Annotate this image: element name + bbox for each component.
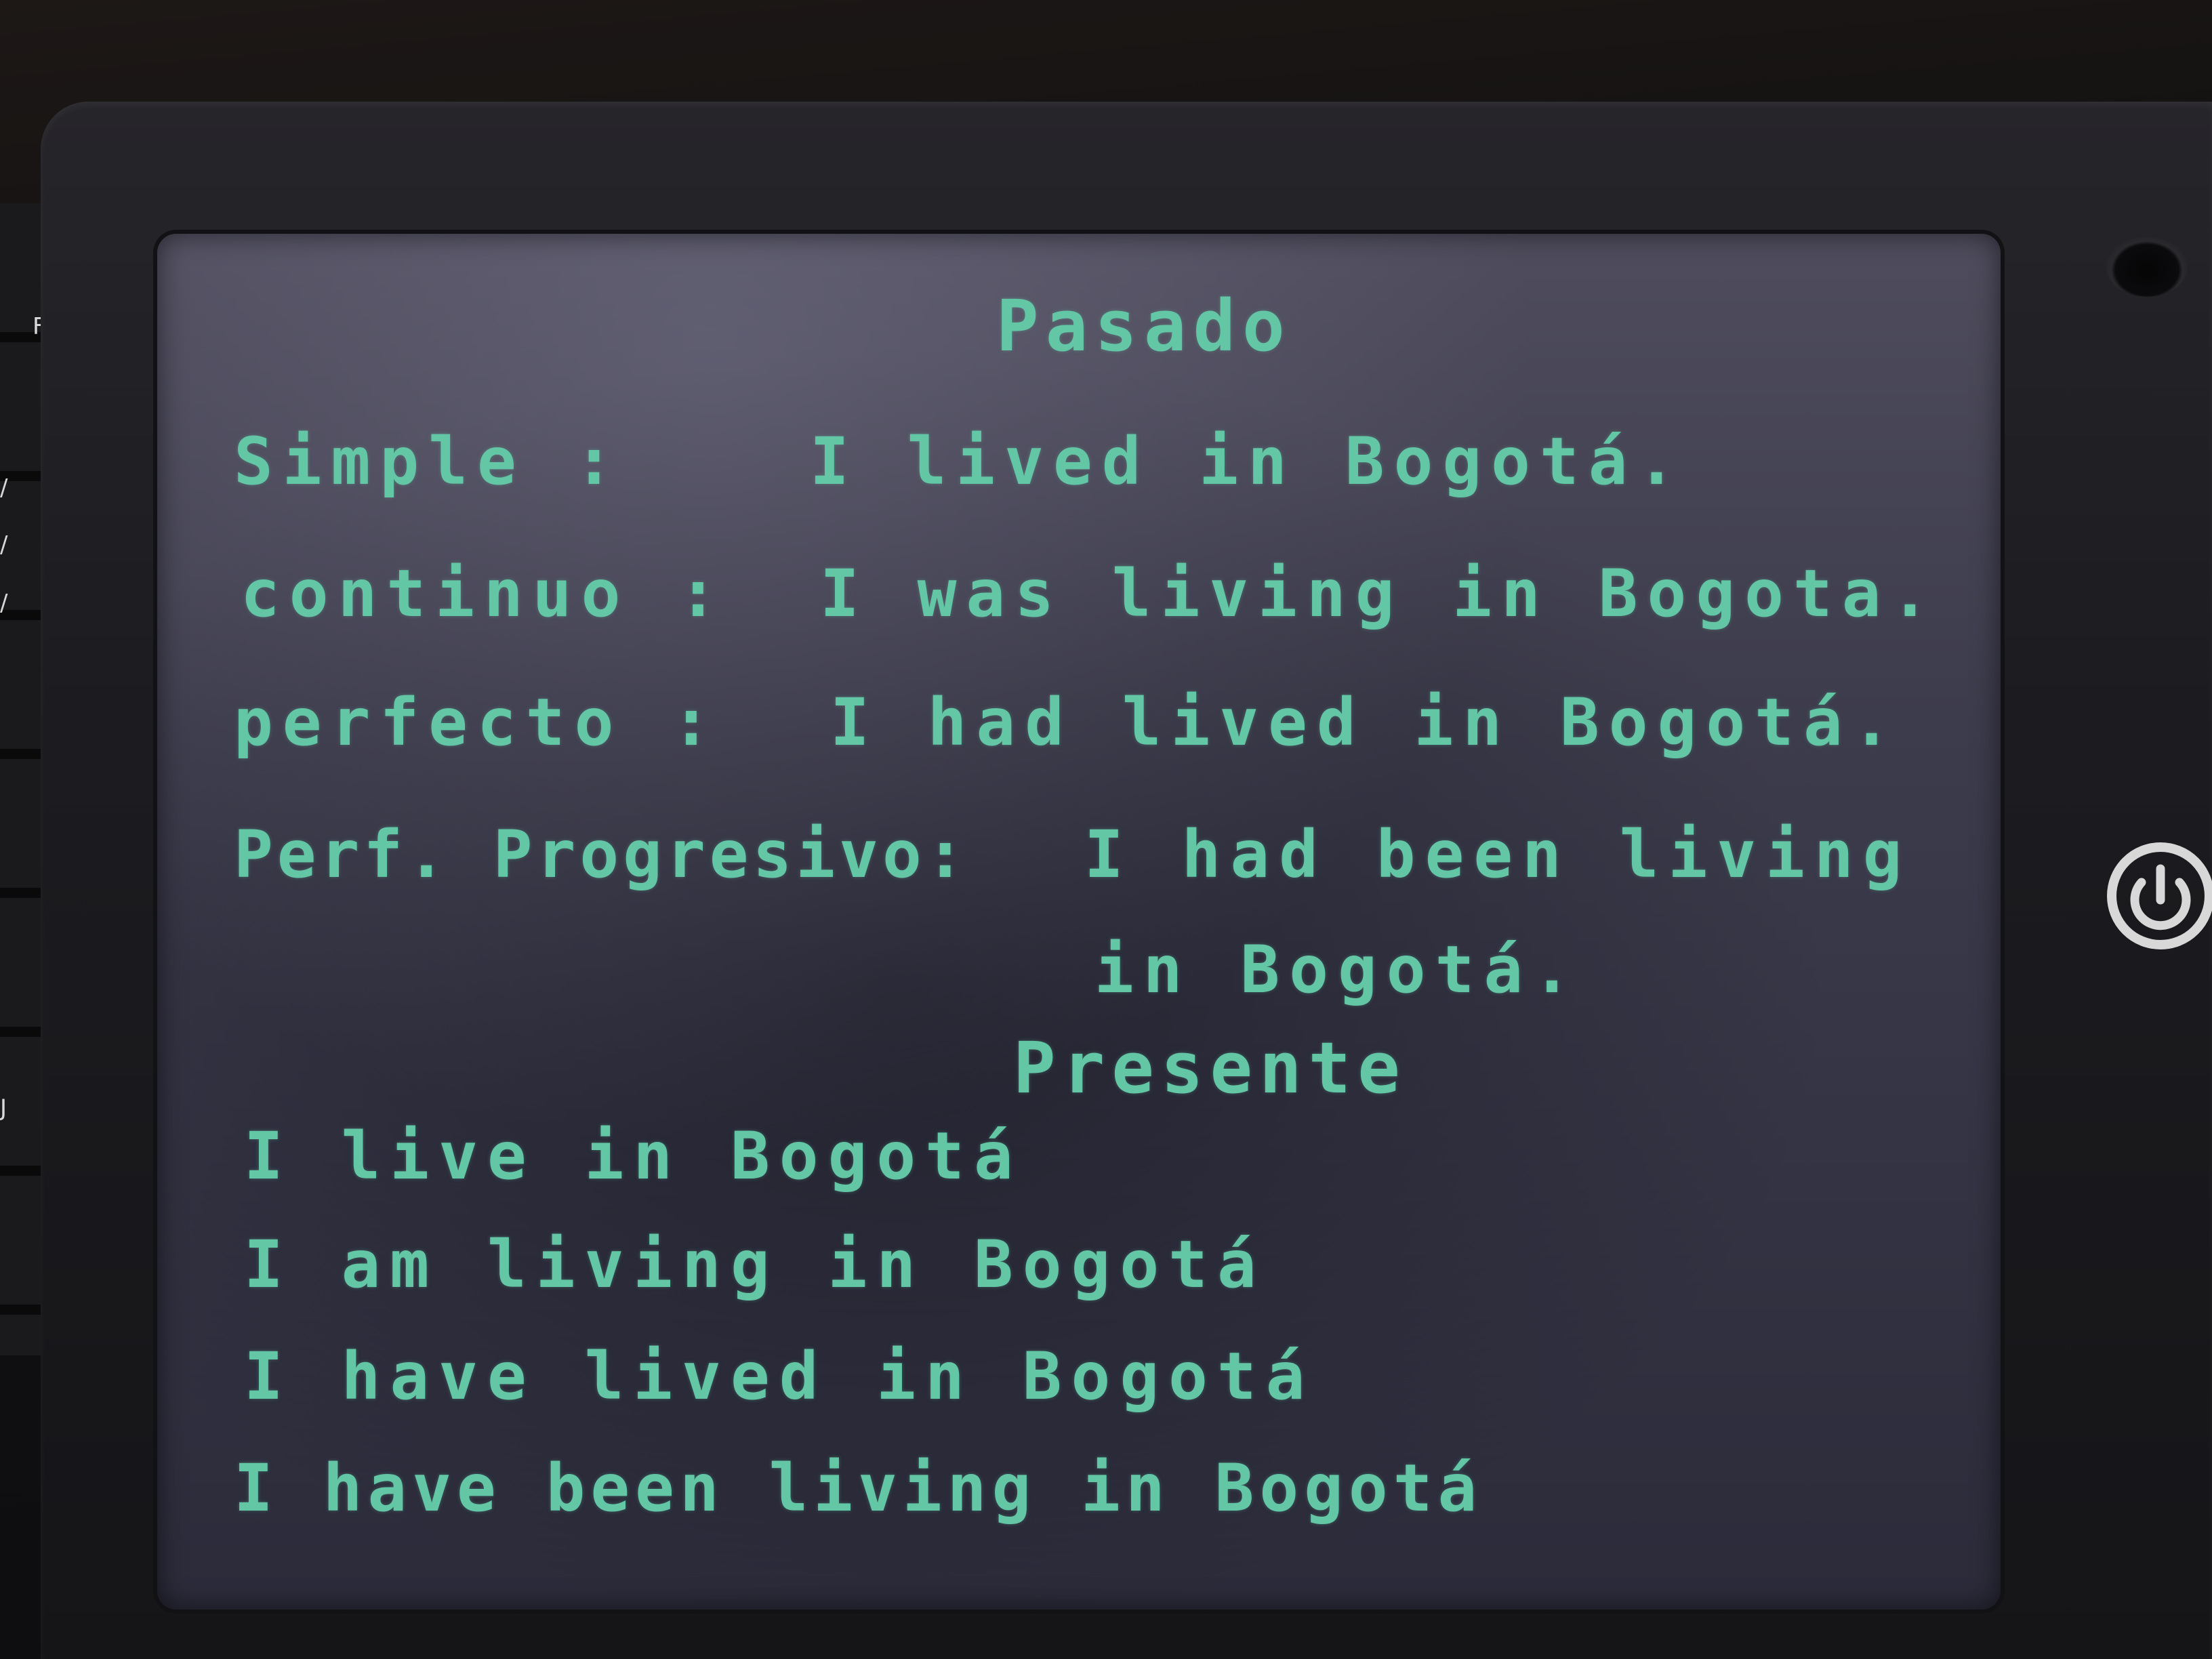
pasado-perf-progresivo-sentence: I had been living [1084, 817, 1912, 893]
photo-scene: F / / / J Pasado Simple : I lived in Bog… [0, 0, 2212, 1659]
pasado-perfecto-sentence: I had lived in Bogotá. [830, 684, 1901, 760]
pasado-perfecto-label: perfecto : [234, 684, 720, 760]
presente-perfecto-sentence: I have lived in Bogotá [244, 1338, 1315, 1414]
pasado-perf-progresivo-continuation: in Bogotá. [1094, 932, 1581, 1008]
key-label-slash-3: / [0, 590, 8, 617]
pasado-simple-sentence: I lived in Bogotá. [810, 424, 1686, 499]
power-icon [2107, 842, 2212, 949]
key-label-slash-1: / [0, 474, 8, 501]
pasado-simple-label: Simple : [234, 424, 623, 499]
power-button[interactable] [2100, 835, 2212, 957]
stylus-holder-hole [2106, 237, 2188, 297]
key-label-slash-2: / [0, 531, 8, 558]
presente-simple-sentence: I live in Bogotá [244, 1118, 1023, 1194]
pasado-perf-progresivo-label: Perf. Progresivo: [234, 817, 969, 893]
presente-continuo-sentence: I am living in Bogotá [244, 1227, 1266, 1303]
pasado-heading: Pasado [996, 285, 1292, 367]
presente-heading: Presente [1013, 1027, 1407, 1109]
pasado-continuo-sentence: I was living in Bogota. [820, 556, 1940, 632]
pasado-continuo-label: continuo : [241, 556, 727, 632]
presente-perf-progresivo-sentence: I have been living in Bogotá [234, 1450, 1483, 1526]
key-label-j: J [0, 1094, 7, 1122]
